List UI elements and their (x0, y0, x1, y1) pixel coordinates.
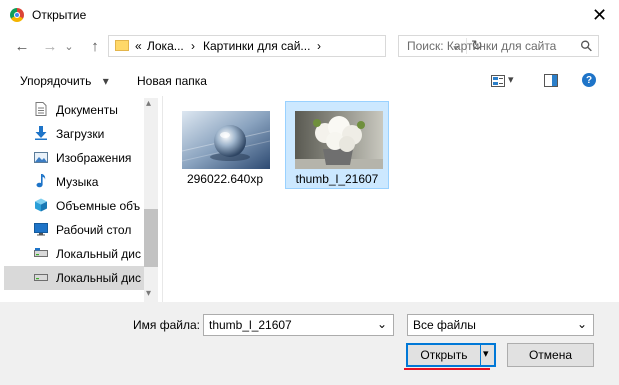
view-mode-icon (491, 75, 505, 87)
sidebar-scrollbar-thumb[interactable] (144, 209, 158, 267)
breadcrumb-separator[interactable]: › (317, 39, 321, 53)
sidebar-item-local-disk[interactable]: Локальный дис (4, 242, 144, 266)
file-name: 296022.640xp (186, 172, 264, 186)
sidebar-item-label: Объемные объ (56, 199, 141, 213)
sidebar-item-3d-objects[interactable]: Объемные объ (4, 194, 144, 218)
search-icon[interactable]: ⚲ (576, 36, 597, 56)
navigation-pane: Документы Загрузки Изображения Музыка Об… (4, 98, 158, 302)
address-bar[interactable]: « Лока... › Картинки для сай... › ⌄ ↻ (108, 35, 483, 57)
preview-pane-button[interactable] (544, 74, 558, 87)
breadcrumb-pictures-folder[interactable]: Картинки для сай... (203, 39, 310, 53)
split-divider (480, 345, 481, 365)
cancel-button[interactable]: Отмена (507, 343, 594, 367)
new-folder-button[interactable]: Новая папка (137, 74, 207, 88)
file-item[interactable]: 296022.640xp (173, 102, 277, 190)
breadcrumb-local-disk[interactable]: Лока... (147, 39, 184, 53)
sidebar-item-label: Локальный дис (56, 271, 141, 285)
search-box[interactable]: ⚲ (398, 35, 599, 57)
title-bar: Открытие ✕ (0, 0, 619, 31)
sidebar-item-pictures[interactable]: Изображения (4, 146, 144, 170)
white-flowers-image (295, 111, 383, 169)
chevron-down-icon[interactable]: ⌄ (577, 317, 587, 331)
up-button[interactable]: ↑ (85, 36, 105, 56)
sidebar-item-desktop[interactable]: Рабочий стол (4, 218, 144, 242)
open-button-label[interactable]: Открыть (408, 345, 480, 365)
forward-button[interactable]: → (40, 36, 60, 56)
sidebar-item-label: Документы (56, 103, 118, 117)
breadcrumb-separator[interactable]: › (191, 39, 195, 53)
open-dropdown-icon[interactable]: ▾ (483, 347, 489, 360)
drive-icon (34, 248, 48, 257)
filetype-value: Все файлы (413, 318, 476, 332)
recent-locations-dropdown[interactable]: ⌄ (62, 36, 76, 56)
sidebar-scrollbar[interactable] (144, 98, 158, 302)
sidebar-item-downloads[interactable]: Загрузки (4, 122, 144, 146)
organize-label: Упорядочить (20, 74, 92, 88)
search-input[interactable] (399, 36, 577, 56)
scroll-down-icon[interactable]: ▾ (146, 288, 151, 299)
preview-pane-icon (544, 74, 558, 87)
help-icon[interactable]: ? (582, 73, 596, 87)
desktop-icon (34, 223, 48, 236)
sidebar-item-label: Изображения (56, 151, 132, 165)
open-button[interactable]: Открыть ▾ (406, 343, 496, 367)
3d-objects-icon (35, 198, 47, 212)
organize-dropdown-icon: ▾ (102, 74, 109, 88)
close-button[interactable]: ✕ (580, 0, 619, 31)
folder-icon (115, 40, 129, 51)
sidebar-item-label: Загрузки (56, 127, 105, 141)
documents-icon (35, 102, 47, 116)
annotation-underline (404, 368, 490, 370)
organize-button[interactable]: Упорядочить ▾ (20, 74, 109, 88)
file-name: thumb_l_21607 (295, 172, 379, 186)
sidebar-item-label: Локальный дис (56, 247, 141, 261)
sidebar-item-music[interactable]: Музыка (4, 170, 144, 194)
view-dropdown-icon: ▾ (508, 74, 514, 86)
scroll-up-icon[interactable]: ▴ (146, 98, 151, 109)
downloads-icon (35, 126, 47, 140)
view-options-button[interactable]: ▾ (491, 74, 517, 88)
window-title: Открытие (32, 8, 87, 22)
filename-combobox[interactable]: thumb_l_21607 ⌄ (203, 314, 394, 336)
pictures-icon (34, 152, 48, 163)
music-icon (36, 174, 46, 188)
chevron-down-icon[interactable]: ⌄ (377, 317, 387, 331)
chrome-logo-icon (10, 8, 24, 22)
filename-label: Имя файла: (133, 318, 200, 332)
sidebar-item-label: Музыка (56, 175, 99, 189)
drive-icon (34, 274, 48, 281)
sidebar-item-documents[interactable]: Документы (4, 98, 144, 122)
sidebar-item-local-disk-selected[interactable]: Локальный дис (4, 266, 144, 290)
sidebar-item-label: Рабочий стол (56, 223, 132, 237)
breadcrumb-overflow[interactable]: « (135, 39, 142, 53)
glass-sphere-image (182, 111, 270, 169)
pane-splitter[interactable] (162, 96, 163, 302)
filename-input[interactable]: thumb_l_21607 (209, 318, 292, 332)
filetype-select[interactable]: Все файлы ⌄ (407, 314, 594, 336)
back-button[interactable]: ← (12, 36, 32, 56)
file-item-selected[interactable]: thumb_l_21607 (285, 101, 389, 189)
